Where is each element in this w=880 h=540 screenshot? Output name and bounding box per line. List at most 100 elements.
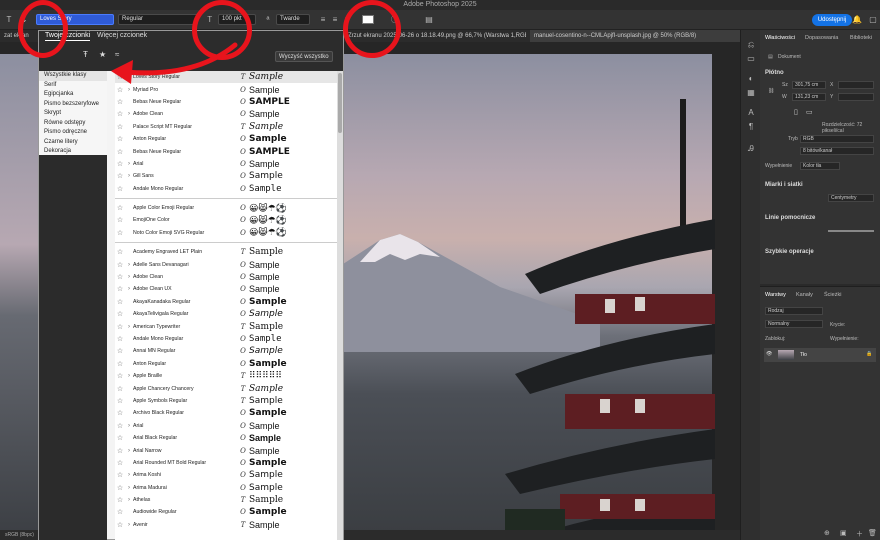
canvas-section-title[interactable]: Płótno	[765, 70, 784, 76]
category-slab[interactable]: Egipcjanka	[39, 90, 107, 100]
tab-paths[interactable]: Ścieżki	[824, 292, 841, 298]
favorite-star-icon[interactable]: ☆	[115, 347, 125, 355]
guides-color-line[interactable]	[828, 230, 874, 232]
expand-chevron-icon[interactable]: ›	[125, 485, 133, 491]
tab-layers[interactable]: Warstwy	[765, 292, 786, 298]
favorite-star-icon[interactable]: ☆	[115, 261, 125, 269]
swatches-icon[interactable]: ▦	[746, 88, 756, 98]
font-row[interactable]: ☆ › Arial Narrow O Sample	[115, 444, 337, 456]
favorite-star-icon[interactable]: ☆	[115, 521, 125, 529]
font-row[interactable]: ☆ › Apple Braille T ⠿⠿⠿⠿⠿	[115, 370, 337, 382]
color-icon[interactable]: ◐	[746, 74, 756, 84]
height-input[interactable]: 131,23 cm	[792, 93, 826, 101]
bits-select[interactable]: 8 bitów/kanał	[800, 147, 874, 155]
font-row[interactable]: ☆ Anton Regular O Sample	[115, 358, 337, 370]
layer-filter-select[interactable]: Rodzaj	[765, 307, 823, 315]
width-input[interactable]: 301,75 cm	[792, 81, 826, 89]
expand-chevron-icon[interactable]: ›	[125, 324, 133, 330]
history-icon[interactable]: ⎌	[746, 40, 756, 50]
font-row[interactable]: ☆ Andale Mono Regular O Sample	[115, 333, 337, 345]
font-row[interactable]: ☆ Academy Engraved LET Plain T Sample	[115, 246, 337, 258]
visibility-eye-icon[interactable]: 👁	[766, 351, 772, 357]
font-row[interactable]: ☆ › Adelle Sans Devanagari O Sample	[115, 258, 337, 270]
font-row[interactable]: ☆ Audiowide Regular O Sample	[115, 506, 337, 518]
favorite-star-icon[interactable]: ☆	[115, 496, 125, 504]
favorite-star-icon[interactable]: ☆	[115, 372, 125, 380]
x-input[interactable]	[838, 81, 874, 89]
font-row[interactable]: ☆ Palace Script MT Regular T Sample	[115, 121, 337, 133]
favorite-star-icon[interactable]: ☆	[115, 172, 125, 180]
guides-section-title[interactable]: Linie pomocnicze	[765, 215, 815, 221]
rulers-unit-select[interactable]: Centymetry	[828, 194, 874, 202]
favorite-star-icon[interactable]: ☆	[115, 335, 125, 343]
quick-actions-title[interactable]: Szybkie operacje	[765, 249, 814, 255]
favorite-star-icon[interactable]: ☆	[115, 484, 125, 492]
align-left-icon[interactable]: ≡	[318, 15, 328, 24]
category-blackletter[interactable]: Czarne litery	[39, 138, 107, 148]
favorite-star-icon[interactable]: ☆	[115, 459, 125, 467]
favorite-star-icon[interactable]: ☆	[115, 204, 125, 212]
favorite-star-icon[interactable]: ☆	[115, 135, 125, 143]
favorite-star-icon[interactable]: ☆	[115, 216, 125, 224]
expand-chevron-icon[interactable]: ›	[125, 111, 133, 117]
category-script[interactable]: Skrypt	[39, 109, 107, 119]
favorite-star-icon[interactable]: ☆	[115, 508, 125, 516]
font-row[interactable]: ☆ Annai MN Regular O Sample	[115, 345, 337, 357]
font-row[interactable]: ☆ › Arial O Sample	[115, 420, 337, 432]
type-tool-icon[interactable]: T	[4, 15, 14, 24]
character-panel-icon[interactable]: ▤	[424, 15, 434, 24]
tab-channels[interactable]: Kanały	[796, 292, 813, 298]
favorite-star-icon[interactable]: ☆	[115, 310, 125, 318]
y-input[interactable]	[838, 93, 874, 101]
favorite-star-icon[interactable]: ☆	[115, 397, 125, 405]
clear-all-button[interactable]: Wyczyść wszystko	[275, 51, 333, 62]
favorite-star-icon[interactable]: ☆	[115, 148, 125, 156]
category-handwritten[interactable]: Pismo odręczne	[39, 128, 107, 138]
category-sans[interactable]: Pismo bezszeryfowe	[39, 100, 107, 110]
tab-libraries[interactable]: Biblioteki	[850, 35, 872, 41]
tab-photo[interactable]: manuel-cosentino-n--CMLApjfI-unsplash.jp…	[530, 30, 740, 42]
favorite-star-icon[interactable]: ☆	[115, 385, 125, 393]
font-row[interactable]: ☆ Arial Black Regular O Sample	[115, 432, 337, 444]
expand-chevron-icon[interactable]: ›	[125, 274, 133, 280]
favorite-star-icon[interactable]: ☆	[115, 447, 125, 455]
expand-chevron-icon[interactable]: ›	[125, 448, 133, 454]
expand-chevron-icon[interactable]: ›	[125, 497, 133, 503]
favorite-star-icon[interactable]: ☆	[115, 98, 125, 106]
font-row[interactable]: ☆ EmojiOne Color O 😀😸☂⚽	[115, 214, 337, 226]
rulers-section-title[interactable]: Miarki i siatki	[765, 182, 803, 188]
favorite-star-icon[interactable]: ☆	[115, 422, 125, 430]
font-row[interactable]: ☆ › Adobe Clean O Sample	[115, 108, 337, 120]
new-layer-icon[interactable]: ⊕	[824, 529, 830, 537]
font-row[interactable]: ☆ › Gill Sans O Sample	[115, 170, 337, 182]
notifications-icon[interactable]: 🔔	[852, 15, 862, 24]
paragraph-icon[interactable]: ¶	[746, 122, 756, 132]
favorite-star-icon[interactable]: ☆	[115, 123, 125, 131]
expand-chevron-icon[interactable]: ›	[125, 472, 133, 478]
character-icon[interactable]: A	[746, 108, 756, 118]
delete-layer-icon[interactable]: 🗑	[868, 529, 877, 537]
workspace-icon[interactable]: ▢	[868, 15, 878, 24]
link-icon[interactable]: ⛓	[768, 88, 774, 94]
favorite-star-icon[interactable]: ☆	[115, 471, 125, 479]
font-row[interactable]: ☆ › Arial O Sample	[115, 158, 337, 170]
favorite-star-icon[interactable]: ☆	[115, 185, 125, 193]
expand-chevron-icon[interactable]: ›	[125, 286, 133, 292]
font-row[interactable]: ☆ › Athelas T Sample	[115, 494, 337, 506]
favorite-star-icon[interactable]: ☆	[115, 248, 125, 256]
antialias-select[interactable]: Twarde	[276, 14, 310, 25]
favorite-star-icon[interactable]: ☆	[115, 298, 125, 306]
favorite-star-icon[interactable]: ☆	[115, 273, 125, 281]
add-layer-icon[interactable]: ＋	[856, 529, 863, 539]
favorite-star-icon[interactable]: ☆	[115, 360, 125, 368]
comments-icon[interactable]: ▭	[746, 54, 756, 64]
mode-select[interactable]: RGB	[800, 135, 874, 143]
favorite-star-icon[interactable]: ☆	[115, 409, 125, 417]
expand-chevron-icon[interactable]: ›	[125, 173, 133, 179]
tab-properties[interactable]: Właściwości	[765, 35, 795, 41]
font-row[interactable]: ☆ › Adobe Clean UX O Sample	[115, 283, 337, 295]
font-row[interactable]: ☆ › Adobe Clean O Sample	[115, 271, 337, 283]
category-mono[interactable]: Równe odstępy	[39, 119, 107, 129]
font-row[interactable]: ☆ Apple Symbols Regular T Sample	[115, 395, 337, 407]
favorite-star-icon[interactable]: ☆	[115, 160, 125, 168]
